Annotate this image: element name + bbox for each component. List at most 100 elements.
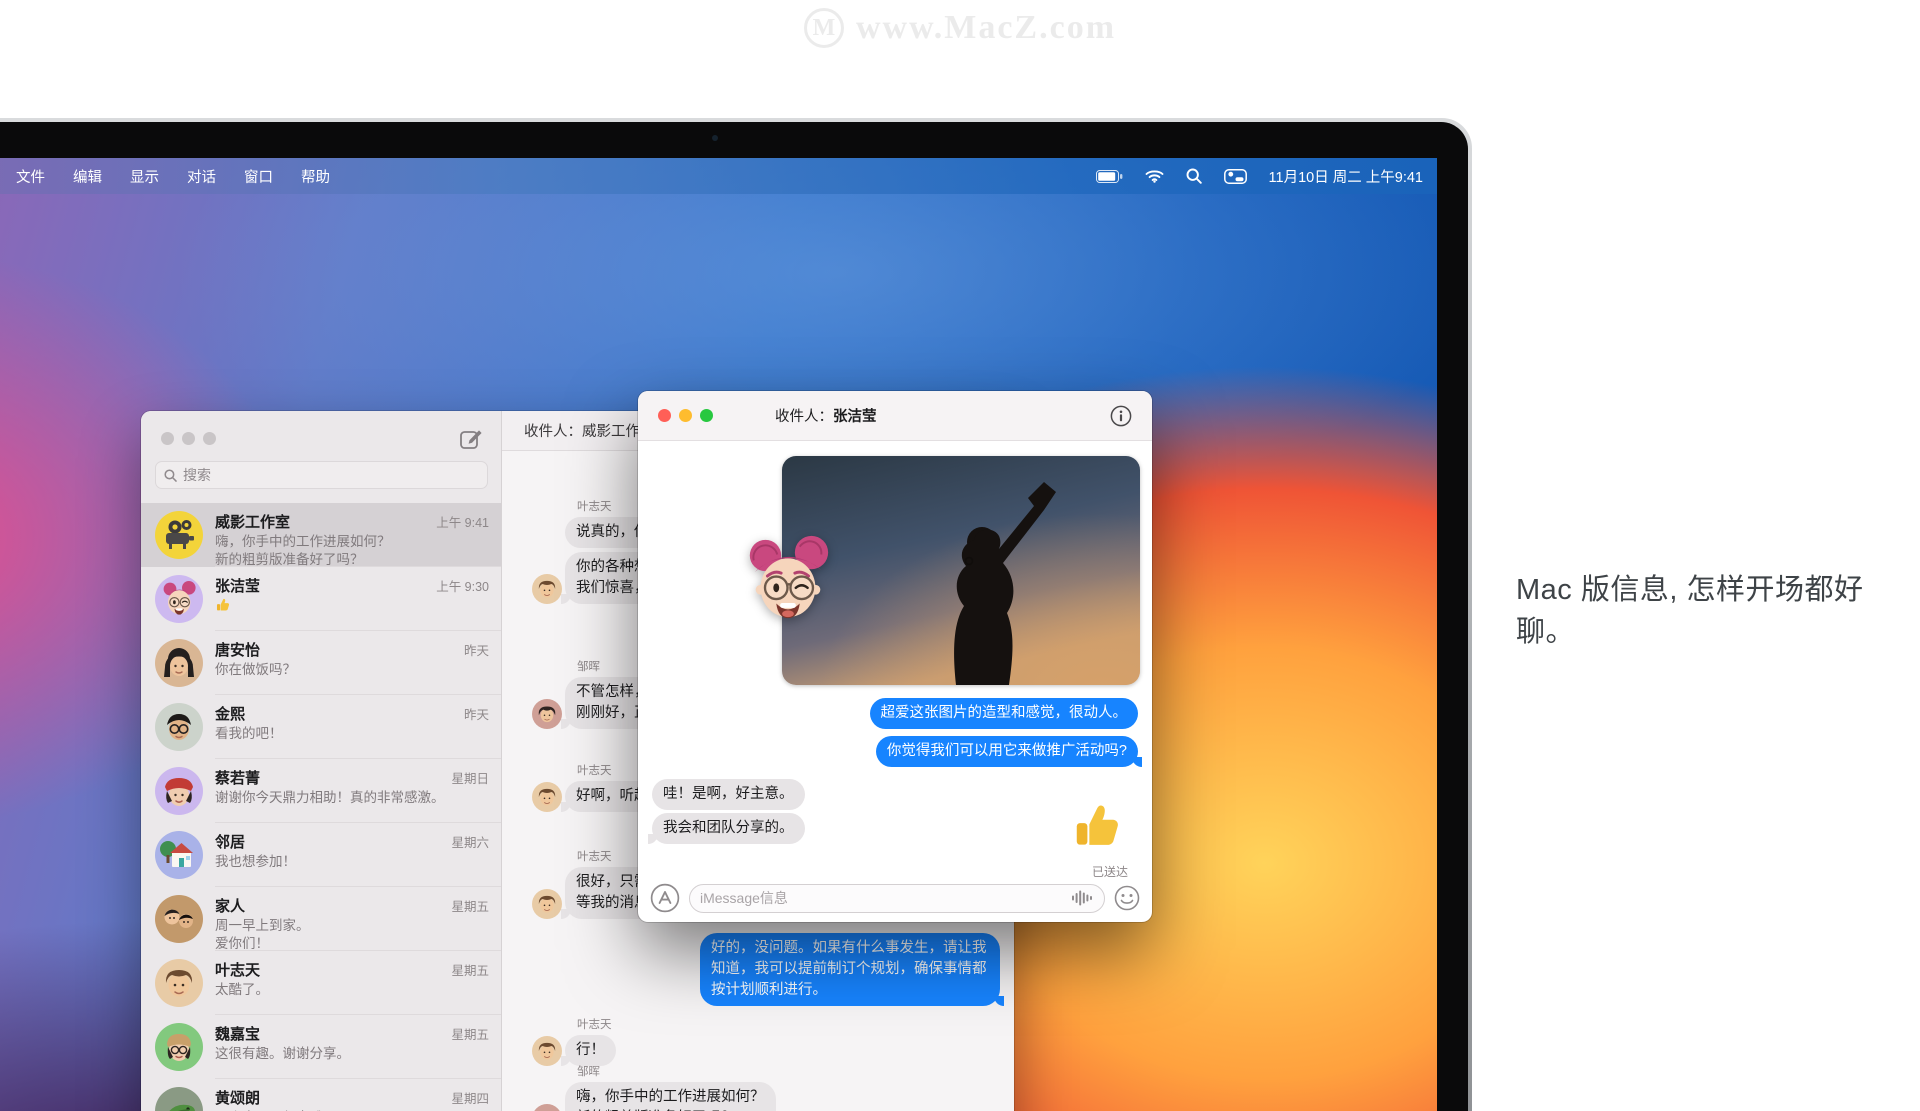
sent-bubble: 超爱这张图片的造型和感觉，很动人。 [870,698,1139,729]
menu-bar: 文件编辑显示对话窗口帮助 11月10日 周二 上午9:41 [0,158,1437,194]
conversation-name: 家人 [215,895,245,916]
conversation-time: 昨天 [464,640,489,659]
conversation-preview: 我也想参加！ [215,853,489,871]
avatar [532,574,562,604]
menu-item-2[interactable]: 显示 [116,166,173,187]
avatar [532,889,562,919]
message-group: 邹晖嗨，你手中的工作进展如何？ 新的粗剪版准备好了吗？ [532,1063,1000,1111]
conversation-row[interactable]: 金熙昨天看我的吧！ [141,695,501,759]
message-input-bar: iMessage信息 [650,883,1140,913]
conversation-preview [215,597,489,616]
received-bubble: 我会和团队分享的。 [652,813,805,844]
imessage-input[interactable]: iMessage信息 [689,884,1105,913]
emoji-picker-icon[interactable] [1114,885,1140,911]
conversation-row[interactable]: 威影工作室上午 9:41嗨，你手中的工作进展如何？ 新的粗剪版准备好了吗？ [141,503,501,567]
marketing-caption: Mac 版信息, 怎样开场都好聊。 [1516,566,1920,650]
conversation-row[interactable]: 邻居 星期六我也想参加！ [141,823,501,887]
sender-label: 叶志天 [577,1016,1000,1032]
menubar-datetime[interactable]: 11月10日 周二 上午9:41 [1269,166,1423,187]
conversation-name: 张洁莹 [215,575,260,596]
avatar [155,959,203,1007]
search-placeholder: 搜索 [183,465,211,485]
conversation-name: 叶志天 [215,959,260,980]
avatar [155,1087,203,1111]
conversation-row[interactable]: 唐安怡 昨天你在做饭吗？ [141,631,501,695]
avatar [155,703,203,751]
transcript-recipient: 收件人：威影工作室 [524,420,655,441]
conversation-name: 唐安怡 [215,639,260,660]
search-field-icon [164,469,177,482]
avatar [532,1104,562,1111]
zoom-button[interactable] [700,409,713,422]
conversation-row[interactable]: 家人星期五周一早上到家。 爱你们！ [141,887,501,951]
compose-button[interactable] [459,427,483,451]
message-group: 叶志天行！ [532,1016,1000,1066]
conversation-sidebar: 搜索 威影工作室上午 9:41嗨，你手中的工作进展如何？ 新的粗剪版准备好了吗？… [141,411,502,1111]
thumbs-up-icon [1070,799,1128,857]
sender-label: 邹晖 [577,1063,1000,1079]
close-button[interactable] [658,409,671,422]
minimize-button[interactable] [679,409,692,422]
conversation-time: 星期五 [451,960,489,979]
avatar [155,1023,203,1071]
conversation-time: 星期六 [451,832,489,851]
conversation-time: 上午 9:41 [436,512,489,531]
conversation-name: 魏嘉宝 [215,1023,260,1044]
wifi-icon[interactable] [1145,169,1164,183]
conversation-list: 威影工作室上午 9:41嗨，你手中的工作进展如何？ 新的粗剪版准备好了吗？张洁莹… [141,503,501,1111]
conversation-row[interactable]: 蔡若菁星期日谢谢你今天鼎力相助！真的非常感激。 [141,759,501,823]
menu-item-1[interactable]: 编辑 [59,166,116,187]
conversation-time: 星期五 [451,1024,489,1043]
menu-status-area: 11月10日 周二 上午9:41 [1096,166,1423,187]
message-group: 好的，没问题。如果有什么事发生，请让我知道，我可以提前制订个规划，确保事情都按计… [532,933,1000,1006]
recipient-label: 收件人： [775,409,833,425]
search-input[interactable]: 搜索 [155,461,488,489]
conversation-name: 蔡若菁 [215,767,260,788]
audio-waveform-icon[interactable] [1072,890,1094,906]
conversation-name: 威影工作室 [215,511,290,532]
received-bubble: 行！ [565,1035,616,1066]
menu-item-3[interactable]: 对话 [173,166,230,187]
conversation-preview: 看我的吧！ [215,725,489,743]
conversation-row[interactable]: 黄颂朗星期四那个盒子，保密哦。 [141,1079,501,1111]
delivered-status: 已送达 [1092,863,1128,880]
conversation-row[interactable]: 张洁莹 上午 9:30 [141,567,501,631]
menu-item-4[interactable]: 窗口 [230,166,287,187]
macz-logo: M [804,8,844,48]
conversation-name: 邻居 [215,831,245,852]
conversation-preview: 周一早上到家。 爱你们！ [215,917,489,953]
conversation-time: 上午 9:30 [436,576,489,595]
conversation-preview: 你在做饭吗？ [215,661,489,679]
menu-items: 文件编辑显示对话窗口帮助 [2,166,344,187]
avatar [155,575,203,623]
conversation-row[interactable]: 魏嘉宝 星期五这很有趣。谢谢分享。 [141,1015,501,1079]
avatar [532,1036,562,1066]
conversation-time: 星期日 [451,768,489,787]
app-store-icon[interactable] [650,883,680,913]
avatar [155,639,203,687]
conversation-time: 昨天 [464,704,489,723]
macbook-screen: 文件编辑显示对话窗口帮助 11月10日 周二 上午9:41 [0,158,1437,1111]
conversation-preview: 太酷了。 [215,981,489,999]
sent-bubble: 你觉得我们可以用它来做推广活动吗? [876,736,1138,767]
conversation-time: 星期四 [451,1088,489,1107]
search-icon[interactable] [1186,168,1202,184]
photo-attachment[interactable] [782,456,1140,685]
control-center-icon[interactable] [1224,169,1247,184]
avatar [155,895,203,943]
conversation-row[interactable]: 叶志天 星期五太酷了。 [141,951,501,1015]
menu-item-0[interactable]: 文件 [2,166,59,187]
menu-item-5[interactable]: 帮助 [287,166,344,187]
compose-header: 收件人：张洁莹 [638,391,1152,441]
conversation-name: 黄颂朗 [215,1087,260,1108]
battery-icon[interactable] [1096,170,1123,183]
conversation-preview: 这很有趣。谢谢分享。 [215,1045,489,1063]
memoji-sticker [741,531,835,625]
avatar [155,767,203,815]
window-controls[interactable] [658,409,713,422]
imessage-placeholder: iMessage信息 [700,888,788,908]
info-icon[interactable] [1110,405,1132,427]
compose-chat-window: 收件人：张洁莹 [638,391,1152,922]
window-controls-inactive[interactable] [161,432,216,445]
avatar [532,782,562,812]
